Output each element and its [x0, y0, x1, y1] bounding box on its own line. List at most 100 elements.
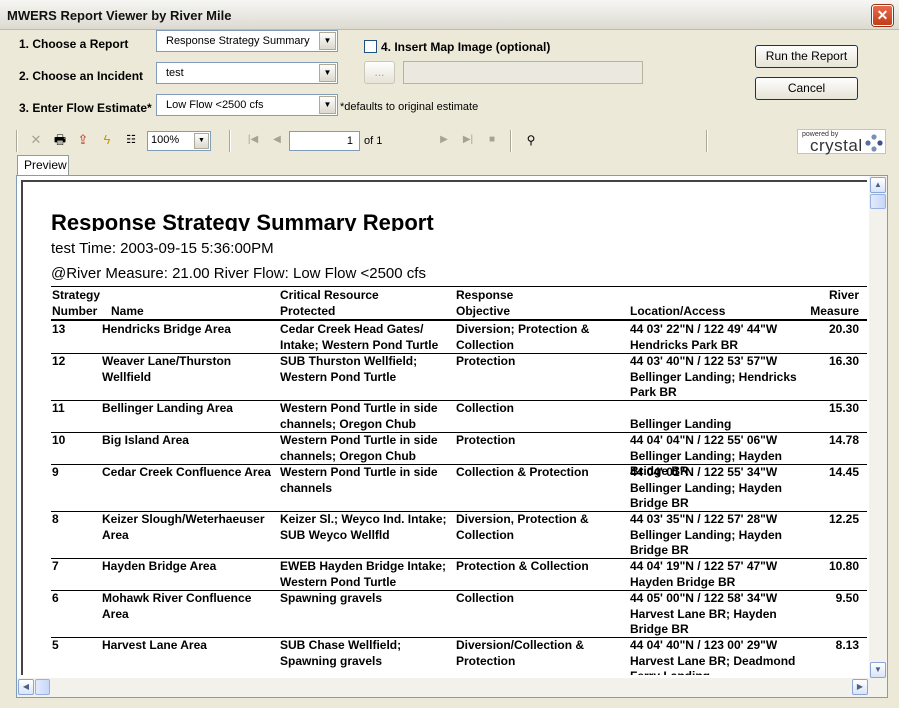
row-measure: 15.30 — [828, 401, 859, 415]
row-objective: Diversion; Protection & Collection — [456, 322, 590, 352]
next-page-icon[interactable]: ▶ — [435, 131, 453, 149]
report-measure-line: @River Measure: 21.00 River Flow: Low Fl… — [51, 265, 426, 282]
chevron-down-icon[interactable]: ▼ — [194, 133, 209, 149]
row-objective: Protection — [456, 433, 516, 447]
tab-preview[interactable]: Preview — [17, 155, 69, 175]
row-location: 44 05' 00"N / 122 58' 34"W Harvest Lane … — [630, 591, 778, 636]
run-report-button[interactable]: Run the Report — [755, 45, 858, 68]
row-resource: Western Pond Turtle in side channels; Or… — [280, 401, 438, 431]
report-incident-line: test Time: 2003-09-15 5:36:00PM — [51, 240, 274, 257]
toolbar-separator — [229, 130, 231, 152]
search-icon[interactable]: ⚲ — [522, 131, 540, 149]
report-viewer: Response Strategy Summary Report test Ti… — [16, 175, 888, 698]
crystal-brand: crystal — [810, 136, 863, 155]
row-resource: Keizer Sl.; Weyco Ind. Intake; SUB Weyco… — [280, 512, 447, 542]
row-resource: SUB Thurston Wellfield; Western Pond Tur… — [280, 354, 418, 384]
toolbar-separator — [16, 130, 18, 152]
header-bottom-rule — [51, 319, 867, 321]
row-location: 44 03' 35"N / 122 57' 28"W Bellinger Lan… — [630, 512, 783, 557]
row-location: 44 04' 19"N / 122 57' 47"W Hayden Bridge… — [630, 559, 778, 589]
map-path-input[interactable] — [403, 61, 643, 84]
zoom-select[interactable]: 100% ▼ — [147, 131, 211, 151]
scroll-down-icon[interactable]: ▼ — [870, 662, 886, 678]
header-strategy: Strategy Number — [52, 288, 101, 318]
row-measure: 9.50 — [835, 591, 859, 605]
row-location: 44 03' 22"N / 122 49' 44"W Hendricks Par… — [630, 322, 778, 352]
scroll-right-icon[interactable]: ▶ — [852, 679, 868, 695]
row-measure: 8.13 — [835, 638, 859, 652]
refresh-icon[interactable]: ϟ — [98, 131, 116, 149]
flow-select-value: Low Flow <2500 cfs — [166, 99, 264, 111]
row-name: Hayden Bridge Area — [102, 559, 217, 573]
report-select-value: Response Strategy Summary — [166, 35, 310, 47]
incident-select[interactable]: test ▼ — [156, 62, 338, 84]
row-num: 7 — [52, 559, 59, 573]
previous-page-icon[interactable]: ◀ — [268, 131, 286, 149]
vertical-scrollbar[interactable]: ▲ ▼ — [869, 176, 887, 678]
row-name: Hendricks Bridge Area — [102, 322, 231, 336]
scroll-up-icon[interactable]: ▲ — [870, 177, 886, 193]
page-number-input[interactable]: 1 — [289, 131, 360, 151]
report-toolbar: ✕ 🖶 ⇪ ϟ ☷ 100% ▼ |◀ ◀ 1 of 1 ▶ ▶| ■ ⚲ po… — [14, 128, 888, 155]
zoom-value: 100% — [151, 134, 180, 146]
crystal-logo: powered by crystal — [797, 129, 886, 155]
crystal-dots-icon — [865, 134, 883, 152]
cancel-button[interactable]: Cancel — [755, 77, 858, 100]
horizontal-scroll-thumb[interactable] — [35, 679, 50, 695]
row-name: Keizer Slough/Weterhaeuser Area — [102, 512, 265, 542]
chevron-down-icon[interactable]: ▼ — [319, 96, 336, 114]
report-select[interactable]: Response Strategy Summary ▼ — [156, 30, 338, 52]
row-num: 12 — [52, 354, 66, 368]
map-label: 4. Insert Map Image (optional) — [381, 40, 551, 54]
row-resource: EWEB Hayden Bridge Intake; Western Pond … — [280, 559, 447, 589]
report-title: Response Strategy Summary Report — [51, 210, 434, 231]
incident-select-value: test — [166, 67, 184, 79]
incident-label: 2. Choose an Incident — [19, 69, 144, 83]
browse-button[interactable]: ... — [364, 61, 395, 84]
chevron-down-icon[interactable]: ▼ — [319, 32, 336, 50]
report-page: Response Strategy Summary Report test Ti… — [21, 180, 867, 675]
row-measure: 16.30 — [828, 354, 859, 368]
row-measure: 14.78 — [828, 433, 859, 447]
chevron-down-icon[interactable]: ▼ — [319, 64, 336, 82]
flow-select[interactable]: Low Flow <2500 cfs ▼ — [156, 94, 338, 116]
header-objective: Response Objective — [456, 288, 514, 318]
page-count: of 1 — [364, 135, 383, 147]
row-resource: Spawning gravels — [280, 591, 383, 605]
row-num: 5 — [52, 638, 59, 652]
last-page-icon[interactable]: ▶| — [459, 131, 477, 149]
row-name: Cedar Creek Confluence Area — [102, 465, 271, 479]
group-tree-icon[interactable]: ☷ — [122, 131, 140, 149]
toolbar-separator — [510, 130, 512, 152]
row-resource: SUB Chase Wellfield; Spawning gravels — [280, 638, 402, 668]
close-report-icon[interactable]: ✕ — [27, 131, 45, 149]
row-num: 13 — [52, 322, 66, 336]
row-measure: 20.30 — [828, 322, 859, 336]
row-resource: Western Pond Turtle in side channels — [280, 465, 438, 495]
row-name: Big Island Area — [102, 433, 189, 447]
map-checkbox[interactable] — [364, 40, 377, 53]
flow-note: *defaults to original estimate — [340, 101, 479, 113]
row-location: 44 04' 40"N / 123 00' 29"W Harvest Lane … — [630, 638, 796, 675]
row-name: Weaver Lane/Thurston Wellfield — [102, 354, 232, 384]
flow-label: 3. Enter Flow Estimate* — [19, 101, 152, 115]
row-objective: Collection — [456, 591, 515, 605]
row-location: Bellinger Landing — [630, 416, 732, 431]
row-num: 6 — [52, 591, 59, 605]
row-objective: Diversion/Collection & Protection — [456, 638, 585, 668]
row-name: Bellinger Landing Area — [102, 401, 233, 415]
header-resource: Critical Resource Protected — [280, 288, 379, 318]
scroll-left-icon[interactable]: ◀ — [18, 679, 34, 695]
export-icon[interactable]: ⇪ — [74, 131, 92, 149]
close-button[interactable]: ✕ — [872, 5, 893, 26]
row-objective: Protection — [456, 354, 516, 368]
stop-icon[interactable]: ■ — [483, 131, 501, 149]
row-num: 10 — [52, 433, 66, 447]
vertical-scroll-thumb[interactable] — [870, 194, 886, 209]
print-icon[interactable]: 🖶 — [51, 131, 69, 149]
first-page-icon[interactable]: |◀ — [244, 131, 262, 149]
toolbar-separator — [706, 130, 708, 152]
horizontal-scrollbar[interactable]: ◀ ▶ — [17, 678, 887, 697]
row-objective: Diversion, Protection & Collection — [456, 512, 589, 542]
row-num: 9 — [52, 465, 59, 479]
